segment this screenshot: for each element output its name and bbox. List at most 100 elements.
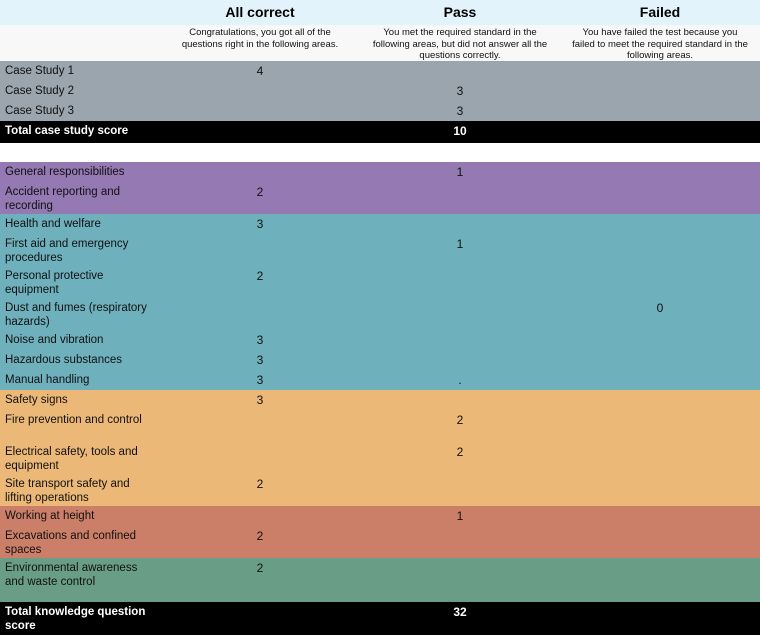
cell-failed bbox=[560, 558, 760, 564]
table-row: Accident reporting and recording 2 bbox=[0, 182, 760, 214]
cell-failed bbox=[560, 410, 760, 416]
cell-all-correct bbox=[160, 162, 360, 168]
row-label-working-at-height: Working at height bbox=[5, 510, 95, 522]
row-label-case-study-1: Case Study 1 bbox=[5, 65, 75, 77]
cell-all-correct: 3 bbox=[256, 217, 264, 231]
cell-pass bbox=[360, 558, 560, 564]
cell-failed bbox=[560, 350, 760, 356]
table-row: Environmental awareness and waste contro… bbox=[0, 558, 760, 602]
table-row: General responsibilities 1 bbox=[0, 162, 760, 182]
cell-failed bbox=[560, 81, 760, 87]
cell-failed bbox=[560, 442, 760, 448]
row-label-case-study-3: Case Study 3 bbox=[5, 105, 75, 117]
cell-all-correct bbox=[160, 410, 360, 416]
cell-pass bbox=[360, 390, 560, 396]
cell-pass bbox=[360, 214, 560, 220]
total-label: Total knowledge question score bbox=[5, 606, 146, 632]
cell-failed bbox=[560, 390, 760, 396]
row-label-case-study-2: Case Study 2 bbox=[5, 85, 75, 97]
cell-all-correct: 3 bbox=[256, 353, 264, 367]
cell-all-correct: 3 bbox=[256, 393, 264, 407]
row-label-health-and-welfare: Health and welfare bbox=[5, 218, 101, 230]
cell-pass: 3 bbox=[456, 84, 464, 98]
cell-failed bbox=[560, 214, 760, 220]
cell-pass: . bbox=[458, 373, 462, 387]
table-header-descriptions: Congratulations, you got all of the ques… bbox=[0, 25, 760, 61]
table-row: Case Study 1 4 bbox=[0, 61, 760, 81]
table-row: Safety signs 3 bbox=[0, 390, 760, 410]
cell-failed bbox=[560, 506, 760, 512]
total-cell-failed bbox=[560, 121, 760, 124]
results-table: All correct Pass Failed Congratulations,… bbox=[0, 0, 760, 636]
table-row: Electrical safety, tools and equipment 2 bbox=[0, 442, 760, 474]
cell-pass bbox=[360, 182, 560, 188]
cell-failed bbox=[560, 330, 760, 336]
table-row: Manual handling 3. bbox=[0, 370, 760, 390]
cell-failed bbox=[560, 526, 760, 532]
row-label-excavations-and-confined-spaces: Excavations and confined spaces bbox=[5, 530, 137, 556]
total-cell-all-correct bbox=[160, 121, 360, 124]
cell-all-correct bbox=[160, 81, 360, 87]
cell-pass bbox=[360, 61, 560, 67]
table-row: Hazardous substances 3 bbox=[0, 350, 760, 370]
cell-failed bbox=[560, 182, 760, 188]
cell-failed bbox=[560, 370, 760, 376]
table-row: Case Study 2 3 bbox=[0, 81, 760, 101]
row-label-hazardous-substances: Hazardous substances bbox=[5, 354, 122, 366]
total-row-total-case-study-score: Total case study score 10 bbox=[0, 121, 760, 143]
cell-all-correct bbox=[160, 298, 360, 304]
row-label-noise-and-vibration: Noise and vibration bbox=[5, 334, 104, 346]
cell-all-correct bbox=[160, 101, 360, 107]
column-desc-pass: You met the required standard in the fol… bbox=[372, 27, 548, 61]
total-label: Total case study score bbox=[5, 125, 129, 137]
row-label-dust-and-fumes-respiratory-hazards: Dust and fumes (respiratory hazards) bbox=[5, 302, 147, 328]
cell-pass bbox=[360, 330, 560, 336]
table-header-titles: All correct Pass Failed bbox=[0, 0, 760, 25]
table-row: Dust and fumes (respiratory hazards) 0 bbox=[0, 298, 760, 330]
row-label-accident-reporting-and-recording: Accident reporting and recording bbox=[5, 186, 121, 212]
cell-all-correct bbox=[160, 506, 360, 512]
cell-all-correct: 4 bbox=[256, 64, 264, 78]
total-cell-all-correct bbox=[160, 602, 360, 605]
cell-failed: 0 bbox=[656, 301, 664, 315]
row-label-personal-protective-equipment: Personal protective equipment bbox=[5, 270, 104, 296]
row-label-safety-signs: Safety signs bbox=[5, 394, 68, 406]
table-row: Excavations and confined spaces 2 bbox=[0, 526, 760, 558]
cell-all-correct: 3 bbox=[256, 373, 264, 387]
cell-pass bbox=[360, 526, 560, 532]
cell-pass bbox=[360, 298, 560, 304]
column-desc-all-correct: Congratulations, you got all of the ques… bbox=[181, 27, 339, 50]
cell-failed bbox=[560, 234, 760, 240]
cell-pass: 3 bbox=[456, 104, 464, 118]
row-label-electrical-safety-tools-and-equipment: Electrical safety, tools and equipment bbox=[5, 446, 138, 472]
cell-failed bbox=[560, 101, 760, 107]
total-cell-failed bbox=[560, 602, 760, 605]
row-label-general-responsibilities: General responsibilities bbox=[5, 166, 125, 178]
cell-pass: 1 bbox=[456, 237, 464, 251]
table-row: Working at height 1 bbox=[0, 506, 760, 526]
column-header-pass: Pass bbox=[443, 4, 477, 20]
column-header-failed: Failed bbox=[639, 4, 681, 20]
table-row: Fire prevention and control 2 bbox=[0, 410, 760, 442]
total-cell-pass: 32 bbox=[453, 605, 467, 619]
row-label-fire-prevention-and-control: Fire prevention and control bbox=[5, 414, 142, 426]
table-row: First aid and emergency procedures 1 bbox=[0, 234, 760, 266]
cell-failed bbox=[560, 266, 760, 272]
table-row: Personal protective equipment 2 bbox=[0, 266, 760, 298]
cell-pass bbox=[360, 474, 560, 480]
column-header-all-correct: All correct bbox=[225, 4, 295, 20]
cell-all-correct: 2 bbox=[256, 529, 264, 543]
table-row: Noise and vibration 3 bbox=[0, 330, 760, 350]
table-row: Site transport safety and lifting operat… bbox=[0, 474, 760, 506]
cell-pass: 2 bbox=[456, 413, 464, 427]
total-row-total-knowledge-question-score: Total knowledge question score 32 bbox=[0, 602, 760, 635]
table-row: Case Study 3 3 bbox=[0, 101, 760, 121]
cell-all-correct: 2 bbox=[256, 269, 264, 283]
cell-pass bbox=[360, 266, 560, 272]
cell-all-correct: 3 bbox=[256, 333, 264, 347]
total-cell-pass: 10 bbox=[453, 124, 467, 138]
cell-all-correct bbox=[160, 442, 360, 448]
cell-pass: 1 bbox=[456, 509, 464, 523]
row-label-manual-handling: Manual handling bbox=[5, 374, 90, 386]
cell-all-correct: 2 bbox=[256, 477, 264, 491]
